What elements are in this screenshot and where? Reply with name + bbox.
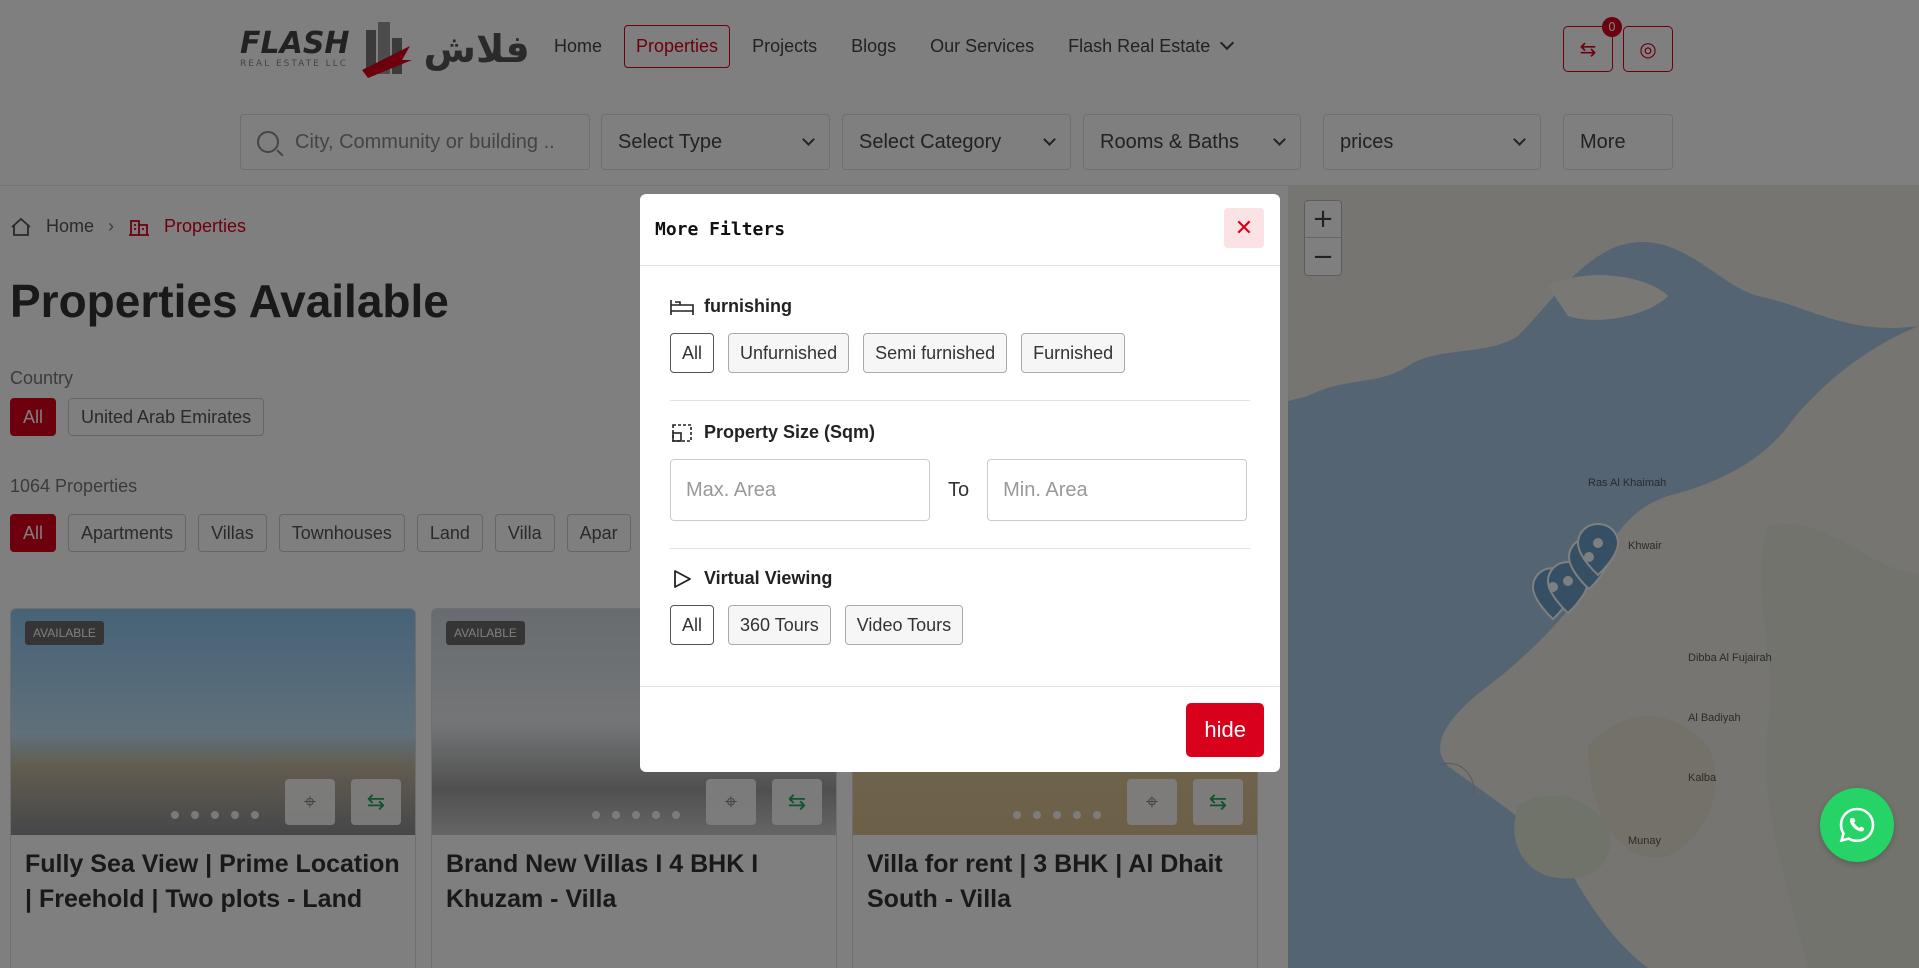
virtual-viewing-label: Virtual Viewing: [704, 568, 833, 588]
more-filters-modal: More Filters ✕ furnishing All Unfurnishe…: [640, 194, 1280, 772]
page: FLASH REAL ESTATE LLC فلاش Home Properti…: [0, 0, 1919, 968]
virtual-viewing-options: All 360 Tours Video Tours: [670, 605, 1250, 645]
furnishing-all[interactable]: All: [670, 333, 715, 373]
area-icon: [672, 423, 692, 442]
furnishing-unfurnished[interactable]: Unfurnished: [728, 333, 850, 373]
section-divider: [670, 548, 1250, 549]
close-button[interactable]: ✕: [1224, 208, 1264, 248]
virtual-video-tours[interactable]: Video Tours: [844, 605, 964, 645]
min-area-input[interactable]: Min. Area: [987, 459, 1248, 521]
max-area-input[interactable]: Max. Area: [670, 459, 930, 521]
whatsapp-icon: [1839, 807, 1875, 843]
close-icon: ✕: [1234, 215, 1254, 241]
furnishing-section: furnishing All Unfurnished Semi furnishe…: [670, 296, 1250, 373]
property-size-section: Property Size (Sqm) Max. Area To Min. Ar…: [670, 422, 1250, 521]
furnishing-heading: furnishing: [670, 296, 1250, 317]
play-icon: [674, 569, 691, 588]
virtual-all[interactable]: All: [670, 605, 715, 645]
furnishing-label: furnishing: [704, 296, 792, 316]
furnishing-semi-furnished[interactable]: Semi furnished: [863, 333, 1008, 373]
property-size-label: Property Size (Sqm): [704, 422, 876, 442]
to-label: To: [948, 478, 970, 501]
modal-title: More Filters: [655, 219, 786, 240]
virtual-360-tours[interactable]: 360 Tours: [728, 605, 831, 645]
whatsapp-button[interactable]: [1820, 788, 1894, 862]
property-size-heading: Property Size (Sqm): [670, 422, 1250, 443]
modal-header: More Filters ✕: [640, 194, 1280, 266]
virtual-viewing-heading: Virtual Viewing: [670, 568, 1250, 589]
section-divider: [670, 400, 1250, 401]
hide-button[interactable]: hide: [1186, 703, 1264, 757]
modal-footer: hide: [640, 686, 1280, 772]
furnishing-furnished[interactable]: Furnished: [1021, 333, 1126, 373]
size-inputs: Max. Area To Min. Area: [670, 459, 1250, 521]
furnishing-options: All Unfurnished Semi furnished Furnished: [670, 333, 1250, 373]
virtual-viewing-section: Virtual Viewing All 360 Tours Video Tour…: [670, 568, 1250, 645]
bed-icon: [670, 299, 694, 315]
